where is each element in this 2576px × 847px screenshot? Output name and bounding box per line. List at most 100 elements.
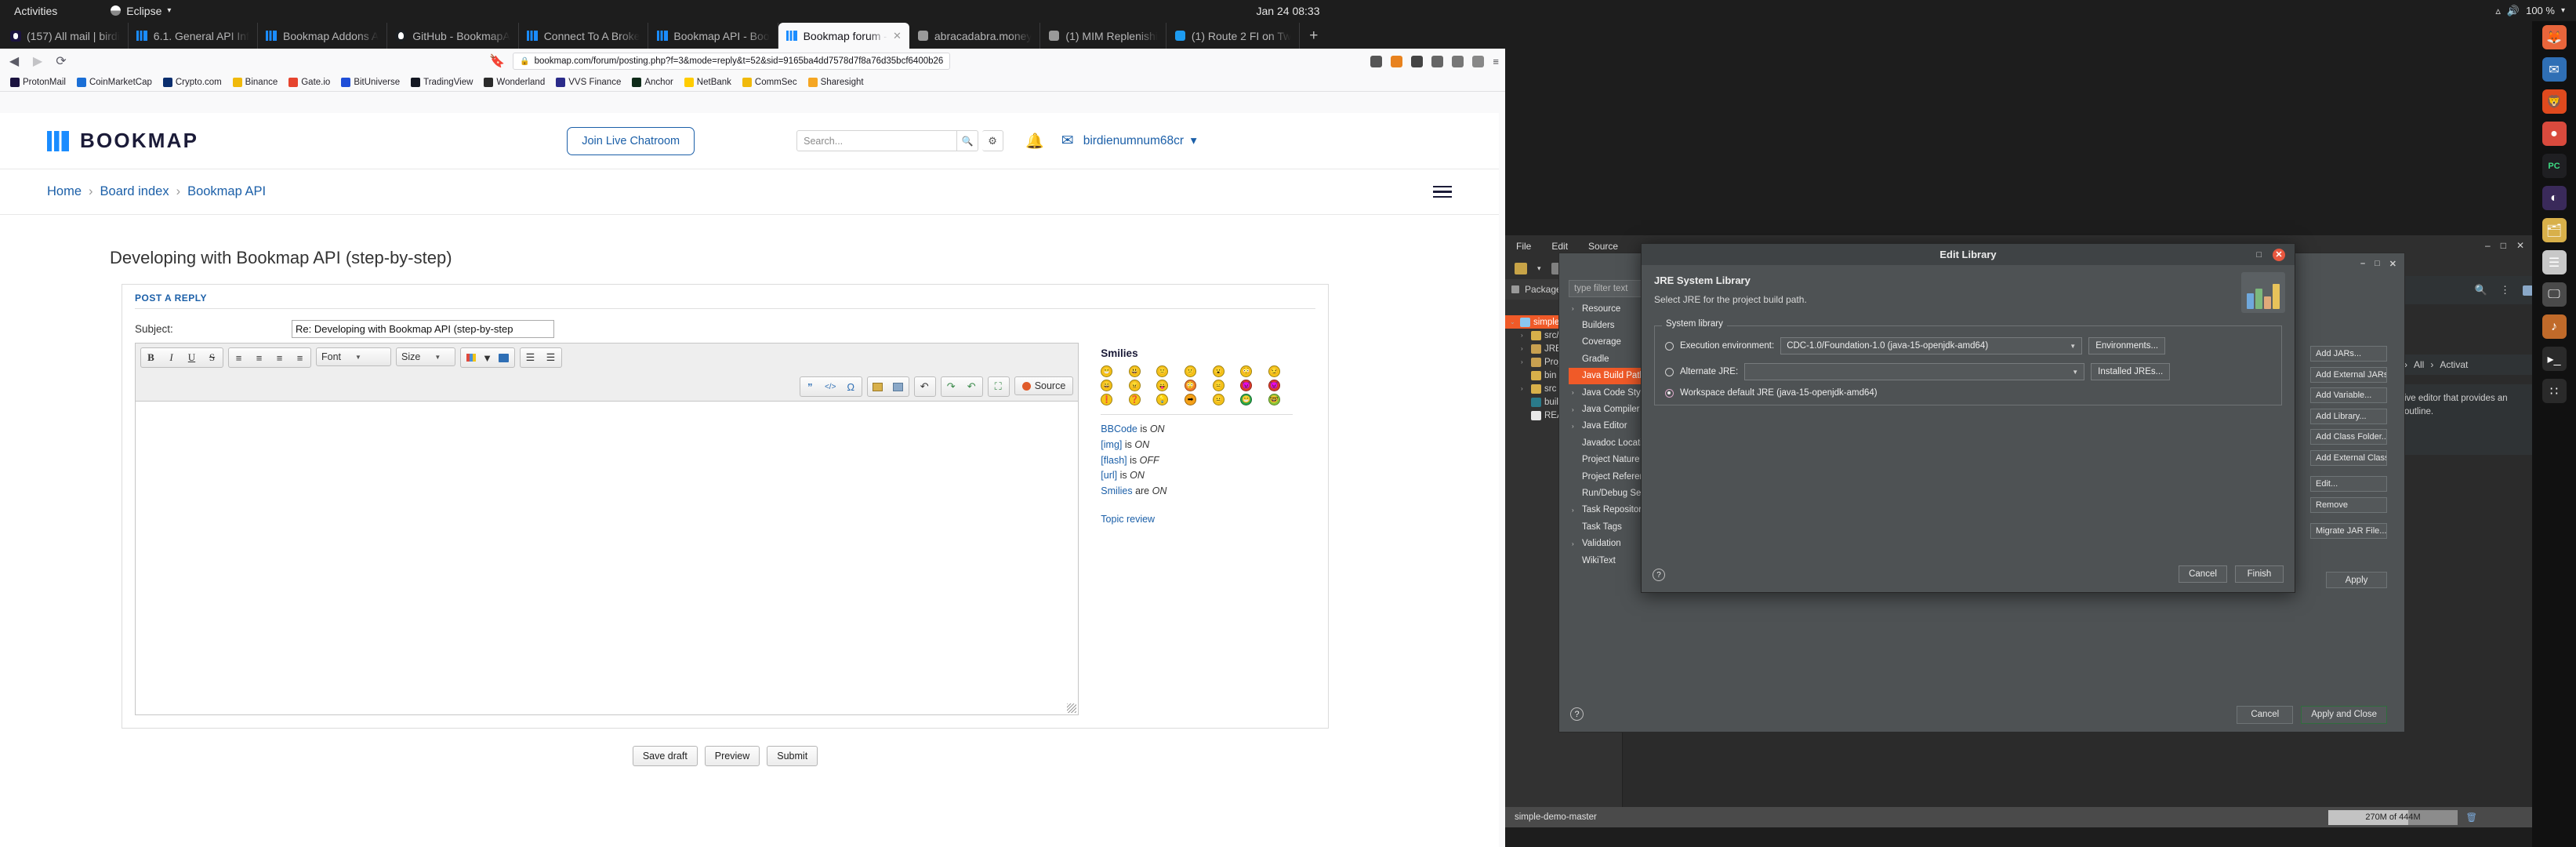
- smiley-button[interactable]: 😈: [1240, 380, 1252, 391]
- browser-tab[interactable]: Bookmap forum -✕: [778, 23, 909, 49]
- maximize-icon[interactable]: □: [2375, 259, 2380, 269]
- numbered-list-icon[interactable]: ☰: [541, 348, 561, 367]
- build-path-remove-button[interactable]: Remove: [2310, 497, 2387, 513]
- browser-tab[interactable]: Bookmap API - Boo: [648, 23, 778, 49]
- dock-item-music[interactable]: ♪: [2532, 311, 2576, 343]
- toolbar-extensions[interactable]: ≡: [1370, 56, 1499, 67]
- smiley-button[interactable]: 🙂: [1156, 365, 1168, 377]
- bookmark-item[interactable]: CoinMarketCap: [73, 76, 156, 89]
- calculator-icon[interactable]: 🖵: [2542, 282, 2567, 307]
- expand-arrow-icon[interactable]: ›: [1572, 389, 1578, 396]
- browser-tab[interactable]: 6.1. General API Inf: [129, 23, 258, 49]
- terminal-icon[interactable]: ▸_: [2542, 347, 2567, 371]
- dock-item-firefox[interactable]: 🦊: [2532, 21, 2576, 53]
- kebab-menu-icon[interactable]: ⋮: [2500, 284, 2510, 296]
- smiley-button[interactable]: ➡: [1185, 394, 1196, 405]
- clock[interactable]: Jan 24 08:33: [1257, 5, 1320, 17]
- close-icon[interactable]: ✕: [2516, 240, 2524, 251]
- twisty-icon[interactable]: ›: [1521, 385, 1528, 392]
- breadcrumb-all[interactable]: All: [2414, 359, 2424, 370]
- bookmark-item[interactable]: Sharesight: [804, 76, 868, 89]
- bold-button[interactable]: B: [141, 348, 161, 367]
- maximize-icon[interactable]: ⛶: [989, 377, 1009, 396]
- smiley-button[interactable]: ❗: [1101, 394, 1112, 405]
- site-logo[interactable]: BOOKMAP: [47, 129, 198, 153]
- smiley-button[interactable]: ❓: [1129, 394, 1141, 405]
- join-live-chatroom-button[interactable]: Join Live Chatroom: [567, 127, 695, 155]
- smiley-button[interactable]: 😄: [1101, 380, 1112, 391]
- unlink-icon[interactable]: ↶: [962, 377, 982, 396]
- build-path-edit-button[interactable]: Edit...: [2310, 476, 2387, 492]
- container-tabs-icon[interactable]: [1452, 56, 1464, 67]
- text-editor-icon[interactable]: ☰: [2542, 250, 2567, 274]
- execution-environment-radio[interactable]: [1665, 342, 1674, 351]
- environments-button[interactable]: Environments...: [2088, 337, 2165, 354]
- firefox-icon[interactable]: 🦊: [2542, 25, 2567, 49]
- hamburger-icon[interactable]: [1433, 186, 1452, 198]
- smiley-button[interactable]: 💡: [1156, 394, 1168, 405]
- strikethrough-button[interactable]: S: [202, 348, 223, 367]
- expand-arrow-icon[interactable]: ›: [1572, 305, 1578, 312]
- search-icon[interactable]: 🔍: [2475, 284, 2487, 296]
- show-apps-icon[interactable]: ∷: [2542, 379, 2567, 403]
- smiley-button[interactable]: 🤓: [1268, 394, 1280, 405]
- eclipse-icon[interactable]: ◐: [2542, 186, 2567, 210]
- smiley-button[interactable]: 😳: [1240, 365, 1252, 377]
- eclipse-menu-file[interactable]: File: [1516, 241, 1531, 252]
- preview-button[interactable]: Preview: [705, 746, 760, 766]
- user-menu[interactable]: birdienumnum68cr ▾: [1083, 133, 1197, 148]
- messages-envelope-icon[interactable]: ✉: [1061, 132, 1074, 150]
- build-path-add-variable-button[interactable]: Add Variable...: [2310, 387, 2387, 403]
- maximize-icon[interactable]: □: [2501, 240, 2506, 251]
- bookmark-item[interactable]: Anchor: [628, 76, 677, 89]
- topic-review-link[interactable]: Topic review: [1101, 514, 1315, 525]
- browser-tab[interactable]: abracadabra.money: [909, 23, 1041, 49]
- build-path-add-jars-button[interactable]: Add JARs...: [2310, 346, 2387, 362]
- expand-arrow-icon[interactable]: ›: [1572, 423, 1578, 430]
- browser-tab[interactable]: (157) All mail | birdi: [2, 23, 129, 49]
- close-icon[interactable]: ✕: [2389, 259, 2396, 269]
- properties-window-controls[interactable]: – □ ✕: [2360, 259, 2396, 269]
- dock-item-calculator[interactable]: 🖵: [2532, 278, 2576, 311]
- thunderbird-icon[interactable]: ✉: [2542, 57, 2567, 82]
- eclipse-menu-edit[interactable]: Edit: [1551, 241, 1568, 252]
- dock-item-terminal[interactable]: ▸_: [2532, 343, 2576, 375]
- build-path-add-class-folder-button[interactable]: Add Class Folder...: [2310, 429, 2387, 445]
- dock-item-eclipse[interactable]: ◐: [2532, 182, 2576, 214]
- system-indicators[interactable]: ▵ 🔊 100 % ▾: [2495, 5, 2565, 17]
- bookmark-item[interactable]: Wonderland: [480, 76, 549, 89]
- special-char-icon[interactable]: Ω: [841, 377, 862, 396]
- pycharm-icon[interactable]: PC: [2542, 154, 2567, 178]
- browser-tab[interactable]: GitHub - BookmapA: [387, 23, 519, 49]
- breadcrumb-home[interactable]: Home: [47, 184, 82, 199]
- resize-grip[interactable]: [1067, 703, 1076, 713]
- build-path-add-library-button[interactable]: Add Library...: [2310, 409, 2387, 424]
- alternate-jre-radio[interactable]: [1665, 368, 1674, 376]
- extension-icon-pocket[interactable]: [1431, 56, 1443, 67]
- quote-icon[interactable]: ”: [800, 377, 821, 396]
- twisty-icon[interactable]: ⌄: [1510, 318, 1517, 325]
- attachment-icon[interactable]: [888, 377, 909, 396]
- browser-tab[interactable]: (1) Route 2 FI on Tw: [1166, 23, 1300, 49]
- bookmark-item[interactable]: Binance: [229, 76, 282, 89]
- address-bar[interactable]: 🔒 bookmap.com/forum/posting.php?f=3&mode…: [513, 53, 950, 70]
- smiley-button[interactable]: 😁: [1101, 365, 1112, 377]
- twisty-icon[interactable]: ›: [1521, 358, 1528, 365]
- smiley-button[interactable]: 😏: [1268, 365, 1280, 377]
- new-tab-button[interactable]: +: [1300, 23, 1327, 49]
- dock-item-text-editor[interactable]: ☰: [2532, 246, 2576, 278]
- close-icon[interactable]: ✕: [2273, 249, 2285, 261]
- subject-input[interactable]: Re: Developing with Bookmap API (step-by…: [292, 320, 554, 338]
- smiley-button[interactable]: 😮: [1213, 365, 1225, 377]
- smiley-button[interactable]: 😈: [1268, 380, 1280, 391]
- files-icon[interactable]: 🗂: [2542, 218, 2567, 242]
- edit-library-finish-button[interactable]: Finish: [2235, 565, 2284, 583]
- bookmark-this-page-icon[interactable]: 🔖: [489, 53, 505, 69]
- smiley-button[interactable]: 😑: [1213, 380, 1225, 391]
- reload-button[interactable]: ⟳: [53, 53, 69, 69]
- bookmark-item[interactable]: ProtonMail: [6, 76, 70, 89]
- build-path-add-external-jars-button[interactable]: Add External JARs...: [2310, 367, 2387, 383]
- smiley-button[interactable]: 😠: [1129, 380, 1141, 391]
- smiley-button[interactable]: 😕: [1185, 365, 1196, 377]
- search-input[interactable]: Search...: [796, 130, 957, 151]
